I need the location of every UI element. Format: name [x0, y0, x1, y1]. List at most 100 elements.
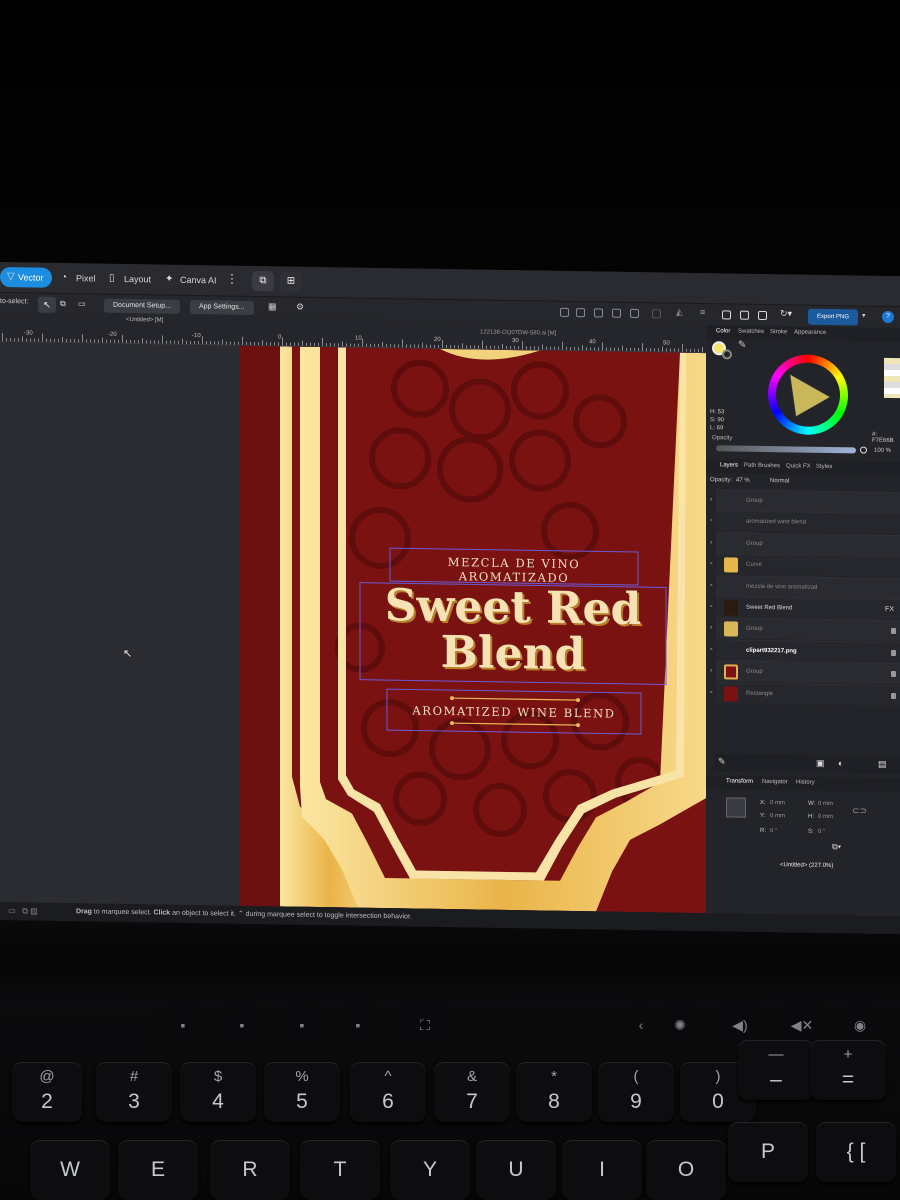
layer-row[interactable]: › Group	[710, 489, 900, 514]
align-icon[interactable]: ≡	[700, 307, 705, 317]
y-field[interactable]: 0 mm	[770, 813, 785, 819]
touchbar-key[interactable]: ▪	[284, 1004, 320, 1046]
persona-layout[interactable]: ▯ Layout	[102, 269, 159, 290]
tab-layers[interactable]: Layers	[720, 462, 738, 468]
touchbar-collapse-icon[interactable]: ‹	[630, 1004, 652, 1046]
shear-field[interactable]: 0 °	[818, 829, 825, 835]
anchor-selector[interactable]	[726, 797, 746, 818]
key[interactable]: P	[728, 1122, 808, 1182]
tab-path-brushes[interactable]: Path Brushes	[744, 463, 780, 470]
grid-icon[interactable]: ▦	[268, 301, 277, 312]
document-setup-button[interactable]: Document Setup...	[104, 298, 180, 314]
key[interactable]: { [	[816, 1122, 896, 1182]
color-wheel[interactable]	[768, 354, 848, 436]
path-icon[interactable]	[652, 309, 661, 319]
lock-icon[interactable]	[891, 671, 896, 678]
recent-swatches[interactable]	[884, 357, 900, 399]
rotate-icon[interactable]: ↻▾	[780, 308, 792, 319]
key[interactable]: @2	[12, 1062, 82, 1122]
key[interactable]: % 5	[264, 1062, 340, 1122]
boolean-add-icon[interactable]	[560, 307, 569, 317]
key[interactable]: * 8	[516, 1062, 592, 1122]
x-field[interactable]: 0 mm	[770, 800, 785, 806]
h-field[interactable]: 0 mm	[818, 814, 833, 820]
select-pointer-icon[interactable]: ↖	[38, 296, 56, 313]
fx-icon[interactable]: ▣	[816, 758, 825, 769]
layer-row[interactable]: › Group	[710, 617, 900, 642]
tab-navigator[interactable]: Navigator	[762, 779, 788, 785]
key[interactable]: Y	[390, 1140, 470, 1200]
view-mode-button[interactable]: ⧉	[252, 270, 274, 292]
more-menu-icon[interactable]: ⋮	[226, 272, 238, 286]
layer-row[interactable]: ▫ aromatized wine blend	[710, 510, 900, 535]
color-triangle[interactable]	[782, 368, 834, 421]
lock-ratio-icon[interactable]: ⊂⊃	[852, 805, 867, 816]
key[interactable]: R	[210, 1140, 290, 1200]
key[interactable]: W	[30, 1140, 110, 1200]
key[interactable]: — –	[738, 1040, 814, 1100]
canvas-area[interactable]: ↖ MEZCLA DE VINO AROMATIZADO Sweet Red B…	[0, 342, 714, 914]
tab-swatches[interactable]: Swatches	[738, 329, 764, 335]
lock-icon[interactable]	[891, 628, 896, 635]
tab-stroke[interactable]: Stroke	[770, 329, 787, 335]
mask-icon[interactable]: ◐	[838, 758, 843, 768]
opacity-percent[interactable]: 100 %	[874, 448, 891, 454]
boolean-subtract-icon[interactable]	[576, 308, 585, 318]
select-shapes-icon[interactable]: ⧉	[60, 299, 66, 309]
group-icon[interactable]	[740, 310, 749, 320]
layer-row[interactable]: › Group	[710, 532, 900, 556]
persona-vector[interactable]: ▽ Vector	[0, 267, 52, 288]
help-icon[interactable]: ?	[882, 310, 894, 324]
key[interactable]: E	[118, 1140, 198, 1200]
layer-row[interactable]: ▫ mezcla de vino aromatizad	[710, 574, 900, 599]
boolean-intersect-icon[interactable]	[594, 308, 603, 318]
label-title-line1[interactable]: Sweet Red	[360, 580, 666, 635]
tab-quick-fx[interactable]: Quick FX	[786, 463, 811, 469]
app-settings-button[interactable]: App Settings...	[190, 299, 254, 315]
persona-canva-ai[interactable]: ✦ Canva AI	[158, 269, 225, 290]
gear-icon[interactable]: ⚙	[296, 302, 304, 313]
blend-mode-select[interactable]: Normal	[770, 478, 789, 484]
opacity-slider-handle[interactable]	[860, 446, 867, 454]
stroke-color-well[interactable]	[722, 349, 732, 360]
layer-type-icon[interactable]: ▫	[710, 689, 712, 696]
untitled-tab[interactable]: <Untitled> [M]	[126, 317, 163, 324]
file-tab[interactable]: 122138-OQ07DW-580.ai [M]	[480, 330, 556, 337]
boolean-divide-icon[interactable]	[630, 308, 639, 319]
lock-icon[interactable]	[891, 692, 896, 699]
label-title-line2[interactable]: Blend	[360, 627, 666, 680]
layer-row[interactable]: › Group	[710, 660, 900, 685]
status-icons[interactable]: ▭ ⧉ ▤	[8, 902, 38, 920]
boolean-xor-icon[interactable]	[612, 308, 621, 318]
layer-opacity-value[interactable]: 47 %	[736, 478, 750, 484]
key[interactable]: & 7	[434, 1062, 510, 1122]
layer-row[interactable]: ▫ Rectangle	[710, 681, 900, 706]
transform-origin-icon[interactable]: ⧉▾	[832, 842, 841, 852]
tab-styles[interactable]: Styles	[816, 464, 832, 470]
snapping-button[interactable]: ⊞	[280, 271, 302, 292]
layer-type-icon[interactable]: ▫	[710, 646, 712, 653]
layer-type-icon[interactable]: ▫	[710, 518, 712, 525]
hex-value[interactable]: #: F7E66B	[872, 432, 900, 444]
persona-pixel[interactable]: ◔ Pixel	[54, 268, 104, 289]
expand-chevron-icon[interactable]: ›	[710, 667, 712, 674]
key[interactable]: I	[562, 1140, 642, 1200]
layer-type-icon[interactable]: ▫	[710, 582, 712, 589]
lock-icon[interactable]	[891, 649, 896, 656]
fx-badge[interactable]: FX	[885, 606, 894, 613]
export-button[interactable]: Export PNG	[808, 308, 858, 326]
key[interactable]: $4	[180, 1062, 256, 1122]
edit-icon[interactable]: ✎	[718, 756, 726, 767]
tab-appearance[interactable]: Appearance	[794, 329, 826, 336]
layer-type-icon[interactable]: ▫	[710, 560, 712, 567]
flip-icon[interactable]: ◭	[676, 307, 683, 318]
layer-row[interactable]: ▫ clipart932217.png	[710, 639, 900, 663]
tab-color[interactable]: Color	[716, 328, 730, 334]
transform-icon[interactable]	[758, 310, 767, 321]
touchbar-key[interactable]: ▪	[340, 1004, 376, 1046]
key[interactable]: + =	[810, 1040, 886, 1100]
expand-chevron-icon[interactable]: ›	[710, 539, 712, 546]
opacity-slider[interactable]	[716, 445, 856, 454]
tab-history[interactable]: History	[796, 780, 815, 786]
layer-row[interactable]: ▫ Curve	[710, 553, 900, 578]
